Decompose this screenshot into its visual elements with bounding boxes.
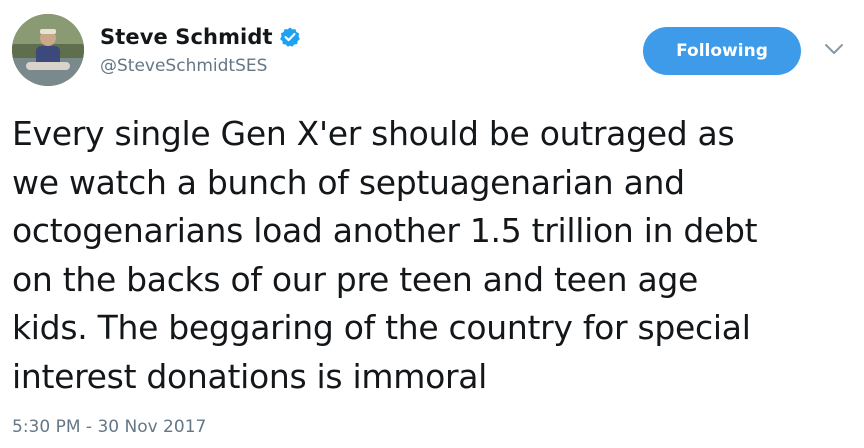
following-button[interactable]: Following [643,27,801,75]
avatar[interactable] [12,14,84,86]
tweet-text: Every single Gen X'er should be outraged… [12,114,758,396]
tweet-timestamp[interactable]: 5:30 PM - 30 Nov 2017 [12,417,206,437]
chevron-down-icon[interactable] [823,40,845,58]
author-name-row: Steve Schmidt [100,22,301,52]
author-handle[interactable]: @SteveSchmidtSES [100,56,267,76]
display-name[interactable]: Steve Schmidt [100,25,273,49]
verified-badge-icon [279,26,301,48]
avatar-photo [12,14,84,86]
